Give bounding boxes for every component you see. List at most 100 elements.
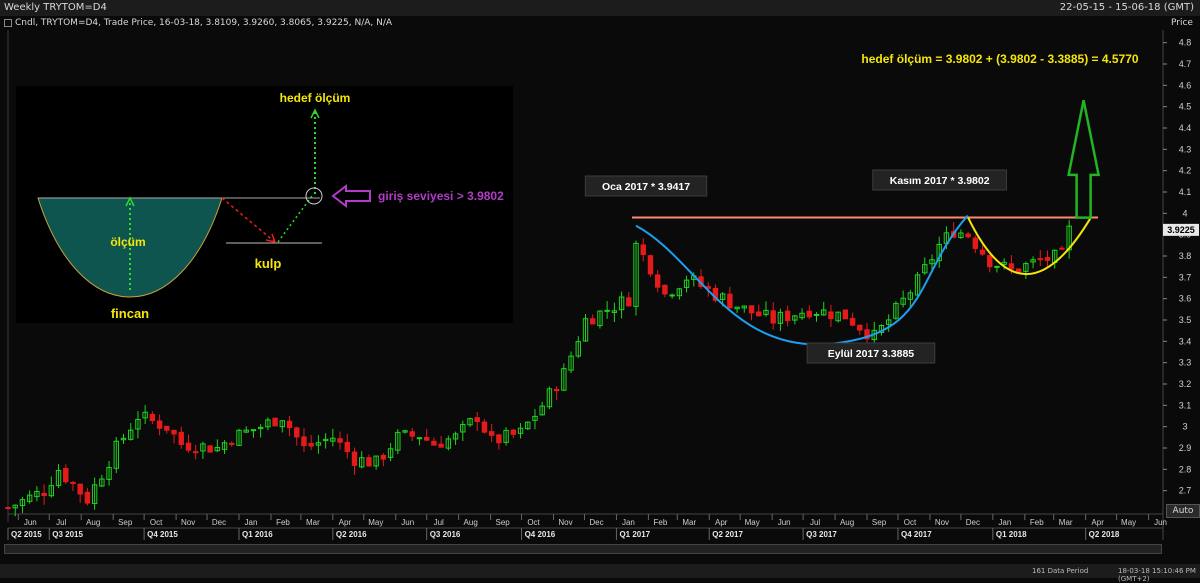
candle-body — [91, 484, 98, 505]
candle-body — [12, 504, 18, 509]
month-label: Aug — [840, 518, 854, 527]
quarter-label: Q4 2017 — [901, 530, 932, 539]
candle-body — [770, 310, 776, 324]
auto-scale-button[interactable]: Auto — [1166, 504, 1200, 518]
month-label: Oct — [150, 518, 163, 527]
inset-entry-label: giriş seviyesi > 3.9802 — [378, 189, 504, 203]
candle-body — [474, 417, 480, 422]
candle-body — [431, 440, 437, 446]
quarter-label: Q4 2015 — [147, 530, 178, 539]
candle-body — [120, 437, 127, 441]
date-range: 22-05-15 - 15-06-18 (GMT) — [1059, 2, 1194, 13]
candle-body — [712, 287, 719, 301]
candle-body — [19, 499, 26, 507]
candle-body — [322, 438, 329, 442]
candle-body — [467, 418, 473, 426]
month-label: Nov — [558, 518, 572, 527]
y-axis: 2.7 2.8 2.9 3 3.1 3.2 3.3 3.4 3.5 3.6 3.7 3.8 3.9 4 4.… — [1163, 38, 1199, 496]
time-scrollbar[interactable] — [4, 544, 1162, 554]
inset-target-arrowhead-icon — [310, 108, 320, 119]
candle-body — [936, 243, 942, 262]
month-label: Mar — [1059, 518, 1073, 527]
inset-target-label: hedef ölçüm — [280, 91, 351, 105]
month-label: Jun — [401, 518, 414, 527]
candle-body — [575, 341, 581, 357]
candle-body — [676, 288, 683, 297]
candle-body — [286, 420, 293, 429]
y-tick-label: 2.9 — [1179, 443, 1192, 453]
candle-body — [77, 483, 83, 495]
candle-body — [871, 329, 877, 341]
candle-body — [1037, 258, 1043, 261]
candle-body — [496, 434, 502, 444]
sep-low-label: Eylül 2017 3.3885 — [828, 348, 915, 360]
inset-entry-circle — [305, 187, 323, 205]
candles-layer — [5, 219, 1072, 517]
price-chart[interactable]: 2.7 2.8 2.9 3 3.1 3.2 3.3 3.4 3.5 3.6 3.7 3.8 3.9 4 4.… — [0, 0, 1200, 578]
last-price-box — [1163, 223, 1199, 236]
nov-high-label-box — [872, 169, 1008, 191]
series-toggle-checkbox[interactable] — [4, 18, 12, 27]
y-tick-label: 2.7 — [1179, 486, 1192, 496]
candle-body — [207, 445, 213, 453]
candle-body — [611, 310, 618, 313]
candle-body — [654, 274, 661, 288]
window-title: Weekly TRYTOM=D4 — [4, 2, 107, 13]
y-tick-label: 4.1 — [1179, 187, 1192, 197]
candle-body — [48, 485, 55, 497]
candle-body — [221, 442, 228, 450]
month-label: Jul — [810, 518, 820, 527]
candle-body — [669, 294, 675, 297]
month-label: Mar — [682, 518, 696, 527]
candle-body — [438, 443, 444, 448]
month-label: Oct — [904, 518, 917, 527]
y-tick-label: 2.8 — [1179, 464, 1192, 474]
month-label: Dec — [212, 518, 226, 527]
candle-body — [568, 355, 574, 371]
series-info-bar: Cndl, TRYTOM=D4, Trade Price, 16-03-18, … — [0, 16, 1164, 30]
candle-body — [315, 442, 322, 446]
inset-panel — [16, 86, 513, 323]
candle-body — [813, 313, 820, 316]
candle-body — [633, 242, 639, 307]
quarter-label: Q1 2017 — [619, 530, 650, 539]
last-price-label: 3.9225 — [1167, 225, 1195, 235]
candle-body — [308, 443, 314, 447]
inset-cup-label: fincan — [111, 306, 149, 321]
y-tick-label: 4.7 — [1179, 59, 1192, 69]
candle-body — [647, 255, 654, 275]
candle-body — [63, 467, 69, 483]
inset-pullback-arrowhead-icon — [265, 233, 277, 244]
candle-body — [41, 492, 47, 497]
candle-body — [164, 425, 170, 431]
candle-body — [460, 423, 466, 433]
candle-body — [229, 442, 235, 445]
month-label: Jul — [56, 518, 66, 527]
series-info-text: Cndl, TRYTOM=D4, Trade Price, 16-03-18, … — [15, 18, 393, 28]
month-label: Feb — [276, 518, 290, 527]
candle-body — [409, 431, 415, 437]
candle-body — [192, 451, 199, 454]
candle-body — [1044, 257, 1051, 261]
candle-body — [185, 442, 192, 451]
candle-body — [777, 311, 784, 324]
month-label: Jan — [622, 518, 635, 527]
candle-body — [1015, 268, 1022, 273]
candle-body — [821, 309, 827, 316]
candle-body — [922, 264, 928, 274]
candle-body — [590, 318, 596, 325]
candle-body — [373, 455, 379, 467]
candle-body — [741, 305, 748, 309]
quarter-label: Q2 2017 — [712, 530, 743, 539]
sep-low-label-box — [806, 342, 936, 364]
candle-body — [640, 244, 646, 256]
y-tick-label: 3.8 — [1179, 251, 1192, 261]
inset-handle-label: kulp — [255, 256, 282, 271]
candle-body — [828, 311, 834, 320]
candle-body — [510, 429, 517, 435]
target-arrow-icon — [1067, 100, 1101, 219]
inset-breakout-line — [277, 195, 313, 243]
quarter-label: Q2 2016 — [336, 530, 367, 539]
y-tick-label: 3.2 — [1179, 379, 1192, 389]
candle-body — [734, 306, 740, 310]
